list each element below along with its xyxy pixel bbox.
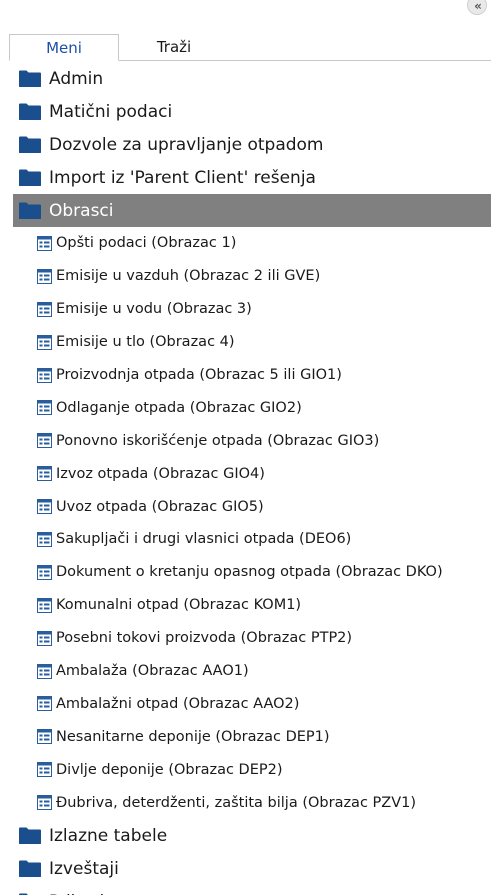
form-item-16[interactable]: Nesanitarne deponije (Obrazac DEP1) — [13, 720, 491, 753]
tree-node-label: Matični podaci — [49, 101, 173, 122]
tree-node-label: Prikazi — [49, 892, 104, 895]
form-item-label: Odlaganje otpada (Obrazac GIO2) — [56, 399, 302, 416]
tree-node-label: Admin — [49, 68, 104, 89]
collapse-left-icon: « — [474, 0, 482, 13]
collapse-panel-button[interactable]: « — [467, 0, 487, 15]
form-icon — [37, 795, 52, 811]
form-item-label: Proizvodnja otpada (Obrazac 5 ili GIO1) — [56, 367, 342, 383]
tree-node-admin[interactable]: Admin — [13, 62, 491, 95]
form-item-label: Ambalažni otpad (Obrazac AAO2) — [56, 695, 300, 712]
form-item-6[interactable]: Odlaganje otpada (Obrazac GIO2) — [13, 391, 491, 424]
form-icon — [37, 235, 52, 251]
form-item-label: Dokument o kretanju opasnog otpada (Obra… — [56, 564, 443, 581]
form-icon — [37, 466, 52, 482]
form-item-label: Đubriva, deterdženti, zaštita bilja (Obr… — [56, 794, 417, 811]
form-item-label: Sakupljači i drugi vlasnici otpada (DEO6… — [56, 531, 352, 548]
form-item-17[interactable]: Divlje deponije (Obrazac DEP2) — [13, 753, 491, 786]
form-item-label: Emisije u vodu (Obrazac 3) — [56, 301, 252, 318]
tree-node-dozvole-za-upravljanje-otpadom[interactable]: Dozvole za upravljanje otpadom — [13, 128, 491, 161]
form-item-10[interactable]: Sakupljači i drugi vlasnici otpada (DEO6… — [13, 523, 491, 556]
form-item-2[interactable]: Emisije u vazduh (Obrazac 2 ili GVE) — [13, 260, 491, 293]
form-item-12[interactable]: Komunalni otpad (Obrazac KOM1) — [13, 589, 491, 622]
tree-node-prikazi[interactable]: Prikazi — [13, 885, 491, 895]
tree-node-label: Izlazne tabele — [49, 825, 168, 846]
form-item-label: Divlje deponije (Obrazac DEP2) — [56, 761, 283, 778]
form-icon — [37, 268, 52, 284]
form-item-18[interactable]: Đubriva, deterdženti, zaštita bilja (Obr… — [13, 786, 491, 819]
tree-node-label: Izveštaji — [49, 858, 119, 879]
form-icon — [37, 630, 52, 646]
tree-node-label: Dozvole za upravljanje otpadom — [49, 134, 324, 155]
tree-node-label: Obrasci — [49, 200, 114, 221]
form-icon — [37, 367, 52, 383]
form-item-label: Izvoz otpada (Obrazac GIO4) — [56, 465, 265, 482]
form-icon — [37, 597, 52, 613]
form-item-label: Ponovno iskorišćenje otpada (Obrazac GIO… — [56, 432, 380, 449]
tab-trazi[interactable]: Traži — [119, 34, 229, 60]
folder-icon — [19, 103, 41, 120]
form-icon — [37, 564, 52, 580]
navigation-panel: « Meni Traži Admin Matični podaci Dozvole … — [0, 0, 491, 895]
folder-icon — [19, 827, 41, 845]
form-icon — [37, 729, 52, 745]
form-icon — [37, 400, 52, 416]
form-item-11[interactable]: Dokument o kretanju opasnog otpada (Obra… — [13, 556, 491, 589]
tab-bar: Meni Traži — [9, 34, 491, 61]
folder-icon — [19, 136, 41, 153]
folder-icon — [19, 70, 41, 87]
form-item-label: Opšti podaci (Obrazac 1) — [56, 235, 237, 252]
form-item-7[interactable]: Ponovno iskorišćenje otpada (Obrazac GIO… — [13, 424, 491, 457]
folder-icon — [19, 169, 41, 186]
tree-node-izlazne-tabele[interactable]: Izlazne tabele — [13, 819, 491, 852]
form-item-15[interactable]: Ambalažni otpad (Obrazac AAO2) — [13, 687, 491, 720]
tree-node-import-iz-parent-client-resenja[interactable]: Import iz 'Parent Client' rešenja — [13, 161, 491, 194]
form-item-9[interactable]: Uvoz otpada (Obrazac GIO5) — [13, 490, 491, 523]
form-icon — [37, 301, 52, 317]
form-item-14[interactable]: Ambalaža (Obrazac AAO1) — [13, 655, 491, 688]
tab-meni[interactable]: Meni — [9, 34, 119, 61]
form-item-1[interactable]: Opšti podaci (Obrazac 1) — [13, 227, 491, 260]
tree-node-maticni-podaci[interactable]: Matični podaci — [13, 95, 491, 128]
tree-node-label: Import iz 'Parent Client' rešenja — [49, 167, 316, 188]
tree-node-izvestaji[interactable]: Izveštaji — [13, 852, 491, 885]
form-item-4[interactable]: Emisije u tlo (Obrazac 4) — [13, 326, 491, 359]
form-icon — [37, 663, 52, 679]
form-icon — [37, 696, 52, 712]
form-icon — [37, 334, 52, 350]
form-icon — [37, 433, 52, 449]
tree-node-obrasci[interactable]: Obrasci — [13, 194, 491, 227]
menu-tree: Admin Matični podaci Dozvole za upravljanj… — [13, 62, 491, 895]
form-item-8[interactable]: Izvoz otpada (Obrazac GIO4) — [13, 457, 491, 490]
folder-icon — [19, 202, 41, 219]
form-item-label: Posebni tokovi proizvoda (Obrazac PTP2) — [56, 630, 353, 647]
form-item-label: Emisije u vazduh (Obrazac 2 ili GVE) — [56, 268, 321, 285]
form-item-label: Komunalni otpad (Obrazac KOM1) — [56, 597, 302, 614]
form-icon — [37, 762, 52, 778]
folder-icon — [19, 860, 41, 878]
form-item-3[interactable]: Emisije u vodu (Obrazac 3) — [13, 293, 491, 326]
form-item-label: Uvoz otpada (Obrazac GIO5) — [56, 498, 264, 515]
form-item-label: Ambalaža (Obrazac AAO1) — [56, 663, 249, 680]
form-icon — [37, 499, 52, 515]
form-item-label: Nesanitarne deponije (Obrazac DEP1) — [56, 728, 330, 745]
form-item-label: Emisije u tlo (Obrazac 4) — [56, 334, 235, 351]
form-icon — [37, 531, 52, 547]
form-item-5[interactable]: Proizvodnja otpada (Obrazac 5 ili GIO1) — [13, 359, 491, 392]
form-item-13[interactable]: Posebni tokovi proizvoda (Obrazac PTP2) — [13, 622, 491, 655]
